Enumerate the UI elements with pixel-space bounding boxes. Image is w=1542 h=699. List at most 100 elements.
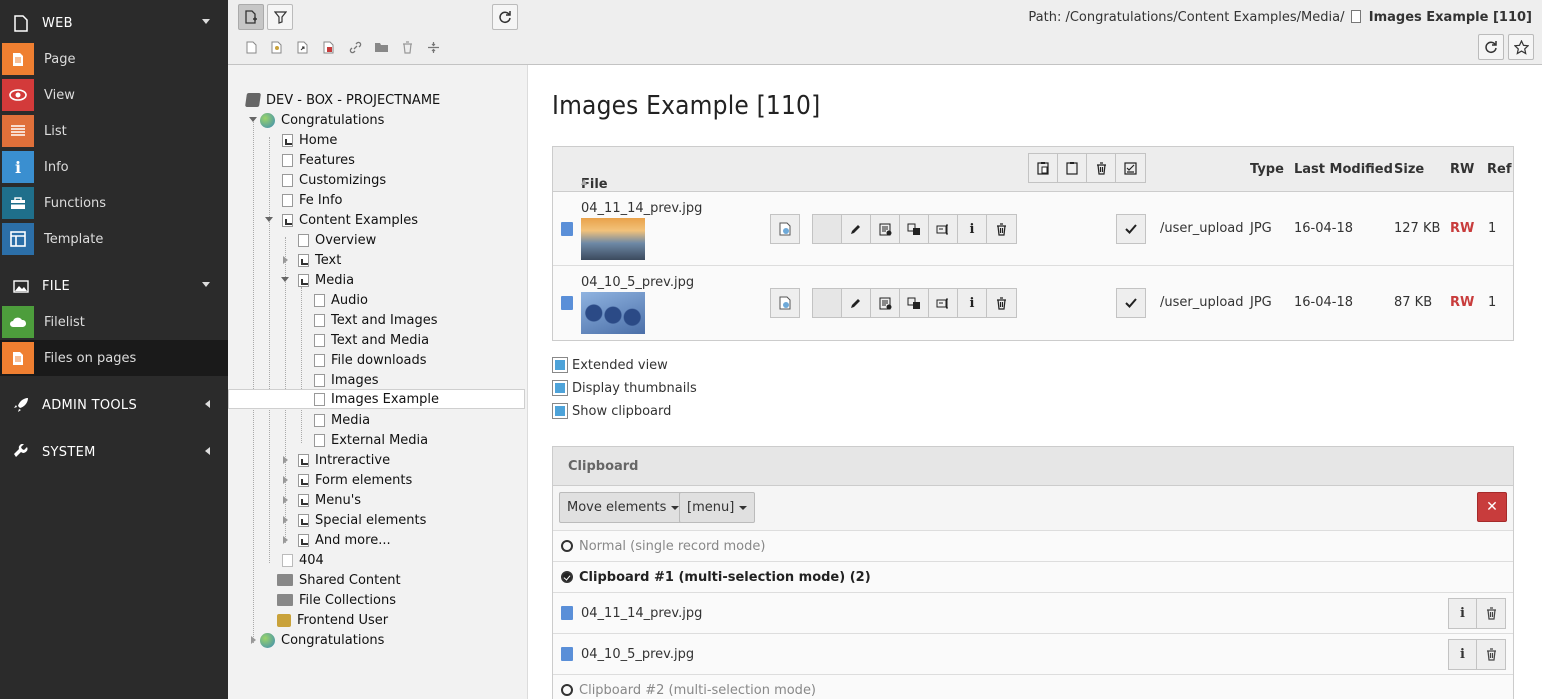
file-ref[interactable]: 1 xyxy=(1488,221,1496,236)
expand-icon[interactable] xyxy=(283,256,288,264)
module-files-on-pages[interactable]: Files on pages xyxy=(0,340,228,376)
group-system[interactable]: SYSTEM xyxy=(0,434,228,470)
tree-node[interactable]: Congratulations xyxy=(260,630,384,650)
reload-button[interactable] xyxy=(1478,34,1504,60)
tree-node[interactable]: And more... xyxy=(298,530,391,550)
new-folder-icon[interactable] xyxy=(373,39,389,55)
tree-node-selected[interactable]: Images Example xyxy=(228,389,525,409)
new-page-icon[interactable] xyxy=(243,39,259,55)
remove-button[interactable] xyxy=(1477,599,1505,628)
menu-dropdown[interactable]: [menu] xyxy=(679,492,756,523)
tree-node[interactable]: Overview xyxy=(298,230,376,250)
clipboard-item-name[interactable]: 04_10_5_prev.jpg xyxy=(581,647,694,662)
radio-checked-icon[interactable] xyxy=(561,571,573,583)
tree-node[interactable]: File Collections xyxy=(277,590,396,610)
select-checkbox[interactable] xyxy=(1116,288,1146,318)
collapse-icon[interactable] xyxy=(281,277,289,282)
tree-node[interactable]: Images xyxy=(314,370,379,390)
info-button[interactable]: i xyxy=(958,215,987,243)
expand-icon[interactable] xyxy=(251,636,256,644)
clipboard-2[interactable]: Clipboard #2 (multi-selection mode) xyxy=(553,675,1513,699)
radio-empty-icon[interactable] xyxy=(561,540,573,552)
replace-button[interactable] xyxy=(900,215,929,243)
info-button[interactable]: i xyxy=(958,289,987,317)
delete-button[interactable] xyxy=(987,289,1016,317)
rename-button[interactable] xyxy=(929,215,958,243)
thumbnail[interactable] xyxy=(581,218,645,260)
radio-empty-icon[interactable] xyxy=(561,684,573,696)
expand-icon[interactable] xyxy=(283,516,288,524)
tree-node[interactable]: Fe Info xyxy=(282,190,343,210)
tree-node[interactable]: Content Examples xyxy=(282,210,418,230)
delete-marked-button[interactable] xyxy=(1087,154,1116,182)
edit-button[interactable] xyxy=(842,215,871,243)
file-name[interactable]: 04_11_14_prev.jpg xyxy=(581,201,702,216)
expand-icon[interactable] xyxy=(283,536,288,544)
move-elements-dropdown[interactable]: Move elements xyxy=(559,492,688,523)
show-button[interactable] xyxy=(770,214,800,244)
edit-button[interactable] xyxy=(842,289,871,317)
filter-button[interactable] xyxy=(267,4,293,30)
collapse-icon[interactable] xyxy=(249,117,257,122)
module-filelist[interactable]: Filelist xyxy=(0,304,228,340)
thumbnail[interactable] xyxy=(581,292,645,334)
remove-button[interactable] xyxy=(1477,640,1505,669)
replace-button[interactable] xyxy=(900,289,929,317)
tree-node[interactable]: Text xyxy=(298,250,341,270)
file-name[interactable]: 04_10_5_prev.jpg xyxy=(581,275,694,290)
column-last-modified[interactable]: Last Modified xyxy=(1294,162,1393,177)
select-all-button[interactable] xyxy=(1116,154,1145,182)
edit-metadata-button[interactable] xyxy=(871,215,900,243)
tree-node[interactable]: Menu's xyxy=(298,490,361,510)
module-template[interactable]: Template xyxy=(0,221,228,257)
tree-node[interactable]: Media xyxy=(314,410,370,430)
tree-node[interactable]: Special elements xyxy=(298,510,426,530)
tree-node[interactable]: Text and Images xyxy=(314,310,438,330)
tree-node[interactable]: 404 xyxy=(282,550,324,570)
link-icon[interactable] xyxy=(347,39,363,55)
column-size[interactable]: Size xyxy=(1394,162,1424,177)
edit-metadata-button[interactable] xyxy=(871,289,900,317)
show-button[interactable] xyxy=(770,288,800,318)
tree-node[interactable]: Features xyxy=(282,150,355,170)
paste-button[interactable] xyxy=(1029,154,1058,182)
clear-clipboard-button[interactable]: ✕ xyxy=(1477,492,1507,522)
clipboard-item-name[interactable]: 04_11_14_prev.jpg xyxy=(581,606,702,621)
checkbox-checked[interactable] xyxy=(552,380,568,396)
expand-icon[interactable] xyxy=(283,476,288,484)
expand-icon[interactable] xyxy=(283,496,288,504)
file-ref[interactable]: 1 xyxy=(1488,295,1496,310)
tree-node[interactable]: Congratulations xyxy=(260,110,384,130)
group-file[interactable]: FILE xyxy=(0,268,228,304)
checkbox-checked[interactable] xyxy=(552,357,568,373)
expand-icon[interactable] xyxy=(283,456,288,464)
column-type[interactable]: Type xyxy=(1250,162,1284,177)
clipboard-button[interactable] xyxy=(1058,154,1087,182)
tree-node[interactable]: Shared Content xyxy=(277,570,401,590)
module-page[interactable]: Page xyxy=(0,41,228,77)
select-checkbox[interactable] xyxy=(1116,214,1146,244)
tree-node[interactable]: Home xyxy=(282,130,337,150)
info-button[interactable]: i xyxy=(1449,599,1477,628)
trash-icon[interactable] xyxy=(399,39,415,55)
bookmark-button[interactable] xyxy=(1508,34,1534,60)
extended-view-checkbox[interactable]: Extended view xyxy=(552,357,668,373)
display-thumbnails-checkbox[interactable]: Display thumbnails xyxy=(552,380,697,396)
info-button[interactable]: i xyxy=(1449,640,1477,669)
module-view[interactable]: View xyxy=(0,77,228,113)
tree-node[interactable]: Text and Media xyxy=(314,330,429,350)
module-list[interactable]: List xyxy=(0,113,228,149)
tree-node[interactable]: File downloads xyxy=(314,350,427,370)
delete-button[interactable] xyxy=(987,215,1016,243)
rename-button[interactable] xyxy=(929,289,958,317)
clipboard-1[interactable]: Clipboard #1 (multi-selection mode) (2) xyxy=(553,562,1513,593)
divider-icon[interactable] xyxy=(425,39,441,55)
collapse-icon[interactable] xyxy=(265,217,273,222)
show-clipboard-checkbox[interactable]: Show clipboard xyxy=(552,403,671,419)
tree-refresh-button[interactable] xyxy=(492,4,518,30)
new-link-page-icon[interactable] xyxy=(321,39,337,55)
tree-node[interactable]: Customizings xyxy=(282,170,386,190)
group-web[interactable]: WEB xyxy=(0,5,228,41)
checkbox-checked[interactable] xyxy=(552,403,568,419)
tree-node[interactable]: Audio xyxy=(314,290,368,310)
